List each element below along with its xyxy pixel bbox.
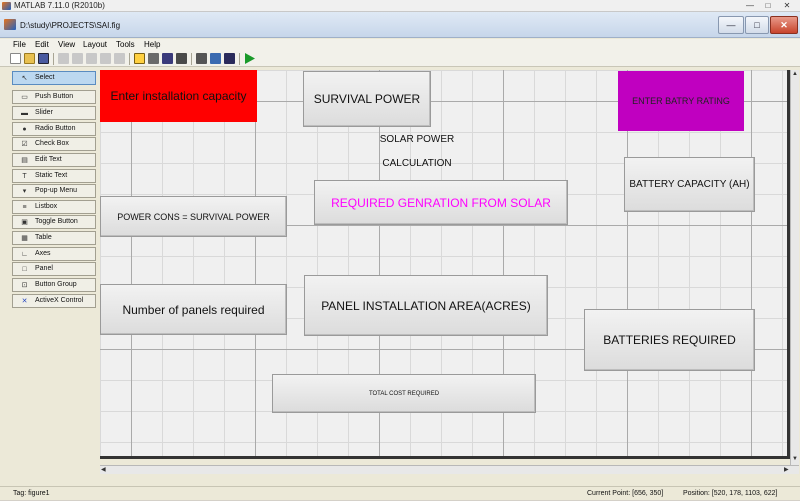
batteries-required-button[interactable]: BATTERIES REQUIRED (584, 309, 755, 371)
menu-editor-icon[interactable] (148, 53, 159, 64)
panel-installation-area-button[interactable]: PANEL INSTALLATION AREA(ACRES) (304, 275, 548, 336)
tab-order-icon[interactable] (162, 53, 173, 64)
toolbar-separator (129, 53, 130, 65)
palette-select[interactable]: ↖ Select (12, 71, 96, 85)
palette-check-box[interactable]: ☑ Check Box (12, 137, 96, 151)
menu-file[interactable]: File (13, 39, 26, 51)
edit-text-icon: ▤ (21, 157, 28, 164)
toolbar-separator (53, 53, 54, 65)
menu-layout[interactable]: Layout (83, 39, 107, 51)
table-icon: ▦ (21, 235, 28, 242)
push-button-icon: ▭ (21, 94, 28, 101)
toolbar-separator (239, 53, 240, 65)
palette-table[interactable]: ▦ Table (12, 231, 96, 245)
palette-slider[interactable]: ▬ Slider (12, 106, 96, 120)
copy-icon[interactable] (72, 53, 83, 64)
arrow-cursor-icon: ↖ (21, 75, 28, 82)
property-inspector-icon[interactable] (210, 53, 221, 64)
redo-icon[interactable] (114, 53, 125, 64)
popup-menu-icon: ▾ (22, 188, 27, 195)
layout-editor: Enter installation capacity SURVIVAL POW… (100, 70, 799, 474)
palette-radio-button[interactable]: ● Radio Button (12, 122, 96, 136)
palette-toggle-button[interactable]: ▣ Toggle Button (12, 215, 96, 229)
undo-icon[interactable] (100, 53, 111, 64)
required-generation-button[interactable]: REQUIRED GENRATION FROM SOLAR (314, 180, 568, 225)
activex-icon: ✕ (21, 298, 28, 305)
cut-icon[interactable] (58, 53, 69, 64)
status-current-point: Current Point: [656, 350] (587, 490, 664, 497)
save-icon[interactable] (38, 53, 49, 64)
calculation-label: CALCULATION (382, 157, 452, 169)
toolbar-editor-icon[interactable] (176, 53, 187, 64)
layout-canvas[interactable]: Enter installation capacity SURVIVAL POW… (100, 70, 790, 459)
guide-maximize-button[interactable]: □ (745, 16, 769, 34)
panel-icon: □ (22, 266, 27, 273)
static-text-icon: T (22, 173, 27, 180)
status-tag: Tag: figure1 (13, 490, 50, 497)
horizontal-scrollbar[interactable]: ◀ ▶ (100, 465, 799, 474)
button-group-icon: ⊡ (21, 282, 28, 289)
listbox-icon: ≡ (22, 204, 27, 211)
guide-title-bar: D:\study\PROJECTS\SAI.fig — □ ✕ (0, 12, 800, 38)
installation-capacity-edit[interactable]: Enter installation capacity (100, 70, 257, 122)
guide-close-button[interactable]: ✕ (770, 16, 798, 34)
object-browser-icon[interactable] (224, 53, 235, 64)
run-icon[interactable] (244, 53, 255, 64)
menu-tools[interactable]: Tools (116, 39, 135, 51)
scroll-left-arrow-icon[interactable]: ◀ (101, 467, 106, 473)
total-cost-button[interactable]: TOTAL COST REQUIRED (272, 374, 536, 413)
check-box-icon: ☑ (21, 141, 28, 148)
matlab-maximize-button[interactable]: □ (760, 1, 776, 11)
new-icon[interactable] (10, 53, 21, 64)
scroll-down-arrow-icon[interactable]: ▼ (792, 456, 798, 462)
palette-button-group[interactable]: ⊡ Button Group (12, 278, 96, 292)
toolbar-separator (191, 53, 192, 65)
palette-edit-text[interactable]: ▤ Edit Text (12, 153, 96, 167)
solar-power-label: SOLAR POWER (379, 133, 455, 145)
open-icon[interactable] (24, 53, 35, 64)
battery-capacity-button[interactable]: BATTERY CAPACITY (AH) (624, 157, 755, 212)
palette-static-text[interactable]: T Static Text (12, 169, 96, 183)
menu-view[interactable]: View (58, 39, 75, 51)
palette-axes[interactable]: ∟ Axes (12, 247, 96, 261)
mfile-editor-icon[interactable] (196, 53, 207, 64)
matlab-title-bar: MATLAB 7.11.0 (R2010b) — □ ✕ (0, 0, 800, 12)
matlab-close-button[interactable]: ✕ (779, 1, 795, 11)
guide-title: D:\study\PROJECTS\SAI.fig (20, 21, 121, 30)
palette-listbox[interactable]: ≡ Listbox (12, 200, 96, 214)
power-consumption-button[interactable]: POWER CONS = SURVIVAL POWER (100, 196, 287, 237)
palette-popup-menu[interactable]: ▾ Pop-up Menu (12, 184, 96, 198)
matlab-logo-icon (2, 2, 11, 10)
guide-minimize-button[interactable]: — (718, 16, 744, 34)
toolbar (0, 51, 800, 67)
scroll-up-arrow-icon[interactable]: ▲ (792, 71, 798, 77)
radio-button-icon: ● (22, 126, 27, 133)
paste-icon[interactable] (86, 53, 97, 64)
matlab-minimize-button[interactable]: — (742, 1, 758, 11)
palette-activex-control[interactable]: ✕ ActiveX Control (12, 294, 96, 308)
guide-window: D:\study\PROJECTS\SAI.fig — □ ✕ File Edi… (0, 12, 800, 500)
palette-panel[interactable]: □ Panel (12, 262, 96, 276)
status-position: Position: [520, 178, 1103, 622] (683, 490, 778, 497)
scroll-right-arrow-icon[interactable]: ▶ (784, 467, 789, 473)
matlab-title: MATLAB 7.11.0 (R2010b) (14, 1, 105, 10)
guide-figure-icon (4, 19, 16, 30)
align-icon[interactable] (134, 53, 145, 64)
battery-rating-edit[interactable]: ENTER BATRY RATING (618, 71, 744, 131)
menu-bar: File Edit View Layout Tools Help (0, 39, 800, 51)
toggle-button-icon: ▣ (21, 219, 28, 226)
status-bar: Tag: figure1 Current Point: [656, 350] P… (0, 486, 800, 500)
panels-required-button[interactable]: Number of panels required (100, 284, 287, 335)
menu-edit[interactable]: Edit (35, 39, 49, 51)
menu-help[interactable]: Help (144, 39, 160, 51)
palette-push-button[interactable]: ▭ Push Button (12, 90, 96, 104)
survival-power-button[interactable]: SURVIVAL POWER (303, 71, 431, 127)
vertical-scrollbar[interactable]: ▲ ▼ (790, 70, 799, 465)
slider-icon: ▬ (21, 110, 28, 117)
axes-icon: ∟ (21, 251, 28, 258)
